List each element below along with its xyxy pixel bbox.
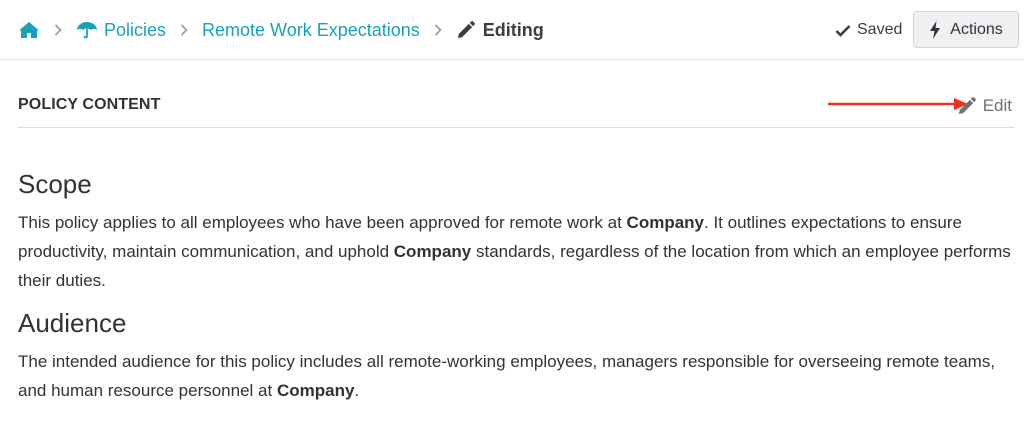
actions-label: Actions bbox=[950, 20, 1003, 38]
chevron-right-icon bbox=[434, 24, 442, 36]
audience-heading: Audience bbox=[18, 308, 127, 338]
pencil-icon bbox=[958, 96, 976, 114]
section-header: POLICY CONTENT Edit bbox=[18, 86, 1014, 128]
breadcrumb-policy[interactable]: Remote Work Expectations bbox=[202, 20, 420, 41]
breadcrumb-policies[interactable]: Policies bbox=[76, 20, 166, 41]
edit-button[interactable]: Edit bbox=[957, 96, 1012, 116]
breadcrumb-current: Editing bbox=[456, 20, 544, 41]
saved-status: Saved bbox=[835, 0, 902, 60]
breadcrumb-current-label: Editing bbox=[482, 19, 544, 40]
breadcrumb: Policies Remote Work Expectations Editin… bbox=[18, 0, 544, 60]
breadcrumb-policies-label[interactable]: Policies bbox=[104, 20, 166, 41]
chevron-right-icon bbox=[54, 24, 62, 36]
edit-label[interactable]: Edit bbox=[983, 96, 1012, 116]
actions-button[interactable]: Actions bbox=[913, 11, 1019, 48]
breadcrumb-home[interactable] bbox=[18, 21, 40, 39]
scope-heading: Scope bbox=[18, 169, 92, 199]
chevron-right-icon bbox=[180, 24, 188, 36]
home-icon[interactable] bbox=[18, 21, 40, 39]
check-icon bbox=[835, 24, 851, 37]
policy-content: Scope This policy applies to all employe… bbox=[18, 168, 1014, 417]
top-bar: Policies Remote Work Expectations Editin… bbox=[0, 0, 1024, 60]
umbrella-icon bbox=[77, 22, 97, 39]
pencil-icon bbox=[457, 20, 475, 38]
audience-paragraph: The intended audience for this policy in… bbox=[18, 352, 996, 400]
red-arrow-annotation bbox=[828, 98, 968, 110]
saved-label: Saved bbox=[857, 21, 903, 38]
lightning-icon bbox=[930, 20, 941, 39]
section-title: POLICY CONTENT bbox=[18, 96, 161, 113]
scope-paragraph: This policy applies to all employees who… bbox=[18, 213, 1011, 290]
